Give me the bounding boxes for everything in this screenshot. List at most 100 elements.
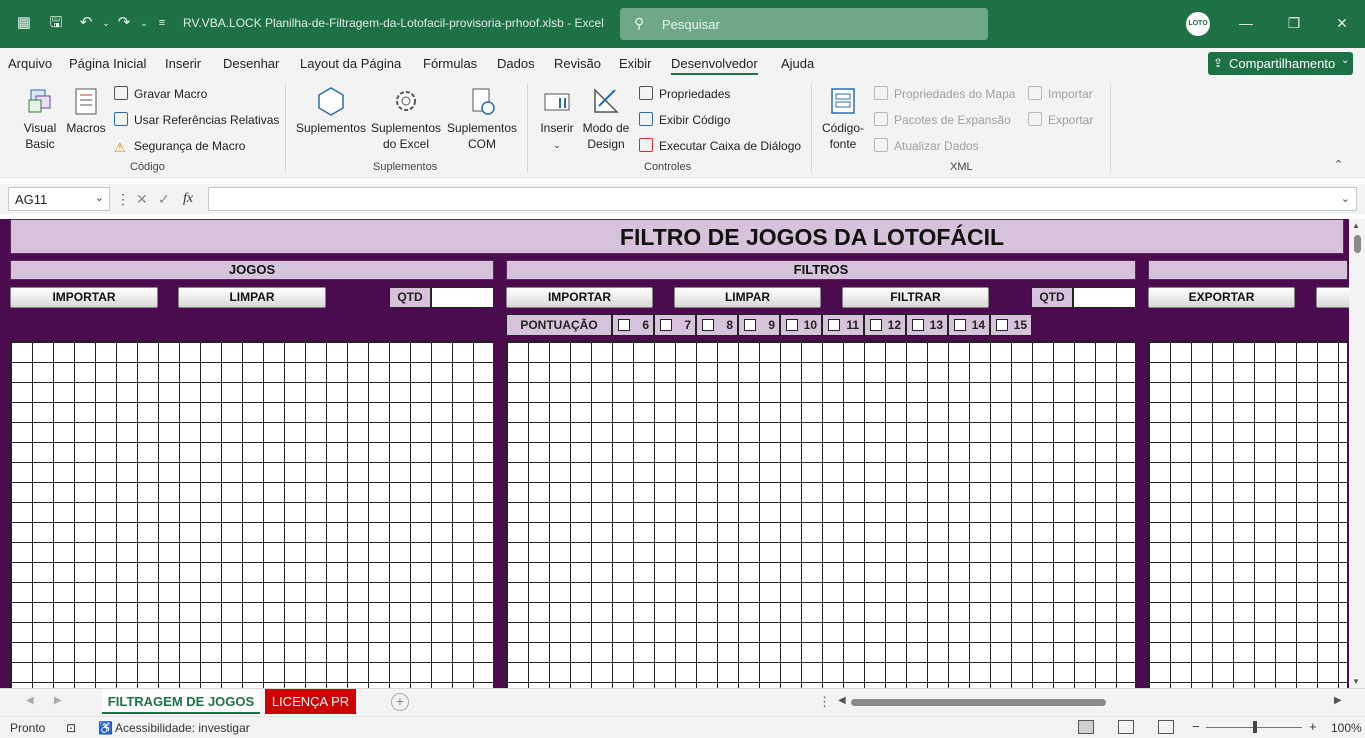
suplementos-button[interactable]: Suplementos	[295, 84, 367, 136]
modo-design-button[interactable]: Modo de Design	[580, 84, 632, 152]
pontuacao-option-11[interactable]: 11	[822, 314, 864, 336]
pontuacao-option-9[interactable]: 9	[738, 314, 780, 336]
close-icon[interactable]: ✕	[1332, 13, 1352, 33]
filtros-grid[interactable]	[506, 341, 1136, 688]
scroll-left-icon[interactable]: ◀	[838, 695, 846, 706]
pontuacao-option-12[interactable]: 12	[864, 314, 906, 336]
pontuacao-option-8[interactable]: 8	[696, 314, 738, 336]
enter-icon[interactable]: ✓	[158, 191, 170, 208]
scroll-right-icon[interactable]: ▶	[1334, 695, 1342, 706]
checkbox[interactable]	[660, 319, 672, 331]
collapse-ribbon-icon[interactable]: ⌃	[1334, 158, 1343, 171]
pacotes-expansao-button[interactable]: Pacotes de Expansão	[874, 111, 1011, 129]
macros-button[interactable]: Macros	[64, 84, 108, 136]
tab-desenhar[interactable]: Desenhar	[223, 56, 279, 71]
seguranca-macro-button[interactable]: ⚠ Segurança de Macro	[114, 137, 245, 155]
inserir-controle-button[interactable]: Inserir ⌄	[536, 84, 578, 153]
tab-inserir[interactable]: Inserir	[165, 56, 201, 71]
zoom-in-icon[interactable]: +	[1309, 719, 1317, 734]
restore-icon[interactable]: ❐	[1284, 13, 1304, 33]
share-button[interactable]: ⇪ Compartilhamento ⌄	[1208, 52, 1353, 75]
propriedades-mapa-button[interactable]: Propriedades do Mapa	[874, 85, 1015, 103]
tab-formulas[interactable]: Fórmulas	[423, 56, 477, 71]
pontuacao-option-13[interactable]: 13	[906, 314, 948, 336]
expand-formula-icon[interactable]: ⌄	[1341, 192, 1350, 205]
cancel-icon[interactable]: ✕	[136, 191, 148, 208]
tab-pagina-inicial[interactable]: Página Inicial	[69, 56, 146, 71]
tab-splitter-icon[interactable]: ⋮	[818, 694, 831, 710]
exportar-grid[interactable]	[1148, 341, 1348, 688]
suplementos-excel-button[interactable]: Suplementos do Excel	[370, 84, 442, 152]
filtros-limpar-button[interactable]: LIMPAR	[674, 287, 821, 308]
add-sheet-icon[interactable]: +	[391, 693, 409, 711]
formula-input[interactable]: ⌄	[208, 187, 1357, 211]
page-break-view-icon[interactable]	[1158, 720, 1174, 734]
filtros-qtd-field[interactable]	[1073, 287, 1136, 308]
normal-view-icon[interactable]	[1078, 720, 1094, 734]
filtros-filtrar-button[interactable]: FILTRAR	[842, 287, 989, 308]
page-layout-view-icon[interactable]	[1118, 720, 1134, 734]
next-sheet-icon[interactable]: ▶	[54, 695, 62, 706]
horizontal-scrollbar[interactable]: ◀ ▶	[838, 695, 1346, 709]
tab-layout-pagina[interactable]: Layout da Página	[300, 56, 401, 71]
avatar[interactable]: LOTO	[1186, 12, 1210, 36]
accessibility-status[interactable]: Acessibilidade: investigar	[115, 721, 250, 735]
vertical-scrollbar[interactable]: ▲ ▼	[1349, 219, 1365, 688]
horizontal-scroll-thumb[interactable]	[851, 699, 1106, 706]
checkbox[interactable]	[702, 319, 714, 331]
pontuacao-option-14[interactable]: 14	[948, 314, 990, 336]
importar-xml-button[interactable]: Importar	[1028, 85, 1093, 103]
macro-recording-icon[interactable]: ⊡	[66, 721, 76, 735]
jogos-qtd-field[interactable]	[431, 287, 494, 308]
tab-arquivo[interactable]: Arquivo	[8, 56, 52, 71]
extra-button[interactable]	[1316, 287, 1349, 308]
scroll-down-icon[interactable]: ▼	[1352, 677, 1360, 686]
customize-toolbar-icon[interactable]: ≡	[152, 13, 172, 33]
minimize-icon[interactable]: —	[1236, 13, 1256, 33]
insert-function-icon[interactable]: fx	[183, 191, 193, 207]
gravar-macro-button[interactable]: Gravar Macro	[114, 85, 207, 103]
pontuacao-option-10[interactable]: 10	[780, 314, 822, 336]
save-icon[interactable]: 🖫	[46, 13, 66, 33]
checkbox[interactable]	[912, 319, 924, 331]
checkbox[interactable]	[870, 319, 882, 331]
checkbox[interactable]	[996, 319, 1008, 331]
usar-referencias-button[interactable]: Usar Referências Relativas	[114, 111, 279, 129]
zoom-slider-knob[interactable]	[1253, 721, 1257, 733]
visual-basic-button[interactable]: Visual Basic	[18, 84, 62, 152]
executar-caixa-button[interactable]: Executar Caixa de Diálogo	[639, 137, 801, 155]
more-options-icon[interactable]: ⋮	[116, 191, 130, 208]
filtros-importar-button[interactable]: IMPORTAR	[506, 287, 653, 308]
tab-ajuda[interactable]: Ajuda	[781, 56, 814, 71]
search-box[interactable]: ⚲ Pesquisar	[620, 8, 988, 40]
worksheet[interactable]: FILTRO DE JOGOS DA LOTOFÁCIL JOGOS FILTR…	[0, 219, 1349, 688]
zoom-out-icon[interactable]: −	[1192, 719, 1200, 734]
tab-desenvolvedor[interactable]: Desenvolvedor	[671, 56, 758, 75]
codigo-fonte-button[interactable]: Código- fonte	[818, 84, 868, 152]
tab-revisao[interactable]: Revisão	[554, 56, 601, 71]
propriedades-button[interactable]: Propriedades	[639, 85, 730, 103]
pontuacao-option-7[interactable]: 7	[654, 314, 696, 336]
pontuacao-option-6[interactable]: 6	[612, 314, 654, 336]
zoom-level[interactable]: 100%	[1331, 721, 1362, 735]
prev-sheet-icon[interactable]: ◀	[26, 695, 34, 706]
jogos-grid[interactable]	[10, 341, 494, 688]
scroll-up-icon[interactable]: ▲	[1352, 221, 1360, 230]
tab-dados[interactable]: Dados	[497, 56, 535, 71]
checkbox[interactable]	[954, 319, 966, 331]
sheet-tab-filtragem[interactable]: FILTRAGEM DE JOGOS	[102, 689, 260, 714]
accessibility-icon[interactable]: ♿	[98, 721, 113, 735]
exibir-codigo-button[interactable]: Exibir Código	[639, 111, 730, 129]
checkbox[interactable]	[786, 319, 798, 331]
vertical-scroll-thumb[interactable]	[1354, 235, 1361, 253]
jogos-importar-button[interactable]: IMPORTAR	[10, 287, 158, 308]
tab-exibir[interactable]: Exibir	[619, 56, 652, 71]
undo-dropdown-icon[interactable]: ⌄	[96, 13, 116, 33]
atualizar-dados-button[interactable]: Atualizar Dados	[874, 137, 979, 155]
undo-icon[interactable]: ↶	[76, 13, 96, 33]
redo-dropdown-icon[interactable]: ⌄	[134, 13, 154, 33]
jogos-limpar-button[interactable]: LIMPAR	[178, 287, 326, 308]
suplementos-com-button[interactable]: Suplementos COM	[446, 84, 518, 152]
redo-icon[interactable]: ↷	[114, 13, 134, 33]
name-box[interactable]: AG11 ⌄	[8, 187, 110, 211]
